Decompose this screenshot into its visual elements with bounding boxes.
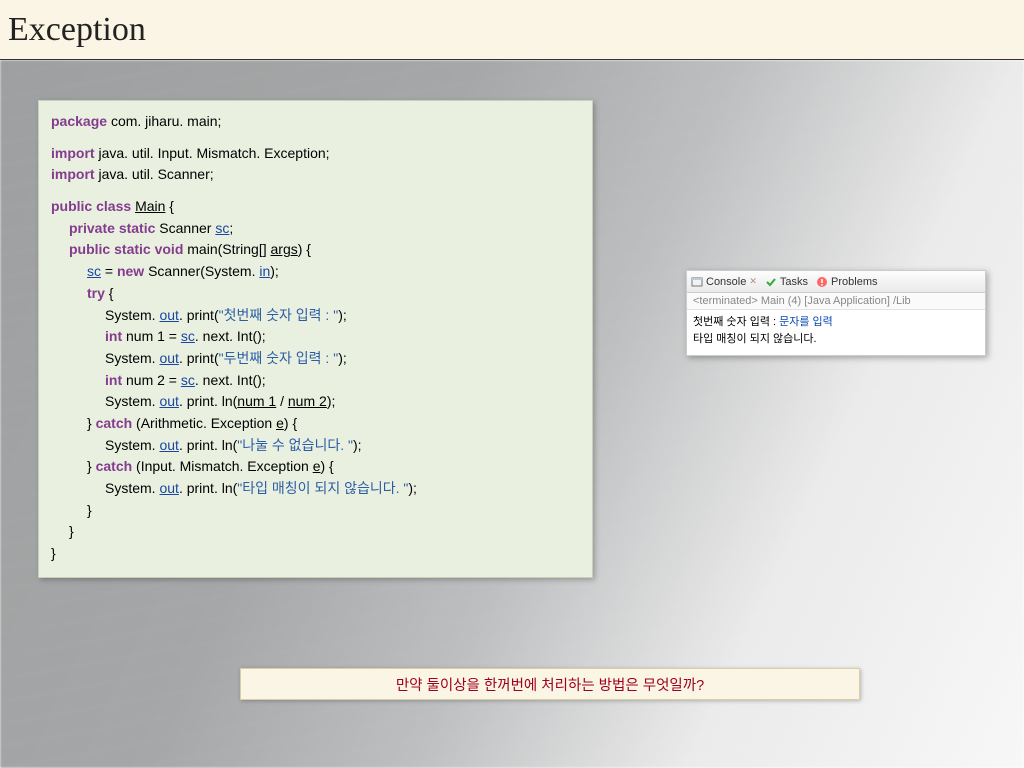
code-line: sc = new Scanner(System. in); [51,261,580,283]
code-line: } catch (Input. Mismatch. Exception e) { [51,456,580,478]
code-line: System. out. print. ln("나눌 수 없습니다. "); [51,435,580,457]
code-line: int num 1 = sc. next. Int(); [51,326,580,348]
code-line: } catch (Arithmetic. Exception e) { [51,413,580,435]
problems-icon [816,276,828,288]
console-icon [691,276,703,288]
question-callout: 만약 둘이상을 한꺼번에 처리하는 방법은 무엇일까? [240,668,860,700]
console-tabstrip: Console ✕ Tasks Problems [687,271,985,293]
tab-tasks[interactable]: Tasks [765,276,808,288]
code-line: } [51,521,580,543]
java-code-block: package com. jiharu. main; import java. … [38,100,593,578]
page-title: Exception [8,11,146,49]
code-line: import java. util. Scanner; [51,164,580,186]
console-line: 타입 매칭이 되지 않습니다. [693,331,979,348]
code-line: int num 2 = sc. next. Int(); [51,370,580,392]
tasks-icon [765,276,777,288]
slide-title-bar: Exception [0,0,1024,60]
code-line: try { [51,283,580,305]
question-text: 만약 둘이상을 한꺼번에 처리하는 방법은 무엇일까? [396,674,704,695]
slide-content-overlay: package com. jiharu. main; import java. … [0,60,1024,768]
code-line: System. out. print("두번째 숫자 입력 : "); [51,348,580,370]
close-tab-icon[interactable]: ✕ [749,276,757,287]
tab-problems[interactable]: Problems [816,276,877,288]
console-line: 첫번째 숫자 입력 : 문자를 입력 [693,314,979,331]
code-line: package com. jiharu. main; [51,111,580,133]
code-line: public class Main { [51,196,580,218]
code-line: public static void main(String[] args) { [51,239,580,261]
eclipse-console-panel: Console ✕ Tasks Problems <terminated> Ma… [686,270,986,356]
code-line: } [51,543,580,565]
code-line: System. out. print. ln("타입 매칭이 되지 않습니다. … [51,478,580,500]
code-line: System. out. print("첫번째 숫자 입력 : "); [51,305,580,327]
console-run-header: <terminated> Main (4) [Java Application]… [687,293,985,310]
code-line: import java. util. Input. Mismatch. Exce… [51,143,580,165]
code-line: System. out. print. ln(num 1 / num 2); [51,391,580,413]
code-line: } [51,500,580,522]
code-line: private static Scanner sc; [51,218,580,240]
console-output: 첫번째 숫자 입력 : 문자를 입력 타입 매칭이 되지 않습니다. [687,310,985,355]
tab-console[interactable]: Console ✕ [691,276,757,288]
